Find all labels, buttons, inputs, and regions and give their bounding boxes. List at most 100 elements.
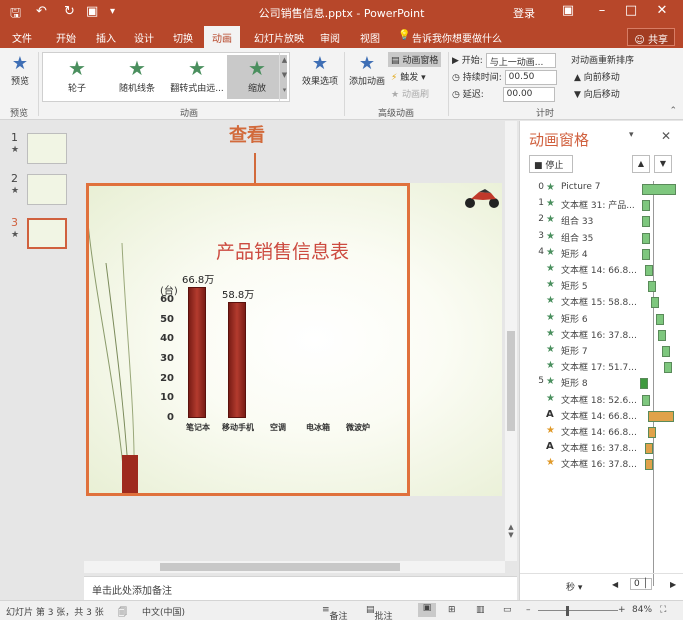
timing-block[interactable] (658, 329, 666, 341)
slide-title[interactable]: 产品销售信息表 (216, 237, 349, 264)
ribbon-display-icon[interactable]: ▣ (558, 3, 578, 18)
gallery-item-wheel[interactable]: ★ 轮子 (47, 55, 107, 99)
slideshow-icon[interactable]: ▭ (503, 605, 512, 615)
animation-item[interactable]: ★ 文本框 17: 51.7... (526, 360, 676, 376)
timing-block[interactable] (642, 216, 650, 228)
tab-slideshow[interactable]: 幻灯片放映 (254, 30, 304, 45)
move-down-button[interactable]: ▼ (654, 155, 672, 173)
normal-view-icon[interactable]: ▣ (418, 603, 436, 617)
move-later-button[interactable]: ▼ 向后移动 (574, 87, 620, 100)
animation-painter-button[interactable]: ★ 动画刷 (391, 87, 429, 100)
gallery-scroll[interactable]: ▲ ▼ ▾ (279, 53, 289, 101)
gallery-item-random-bars[interactable]: ★ 随机线条 (107, 55, 167, 99)
slide-sorter-icon[interactable]: ⊞ (448, 605, 456, 615)
timing-block[interactable] (642, 248, 650, 260)
language-indicator[interactable]: 中文(中国) (142, 605, 185, 618)
scroll-left-icon[interactable]: ◀ (612, 580, 618, 589)
share-button[interactable]: ☺ 共享 (627, 28, 675, 46)
spellcheck-icon[interactable]: 🗐 (118, 605, 127, 620)
timing-block[interactable] (662, 346, 670, 357)
maximize-icon[interactable]: □ (621, 3, 641, 18)
timing-block[interactable] (645, 265, 653, 276)
timing-block[interactable] (645, 443, 653, 455)
timing-block[interactable] (640, 378, 648, 390)
animation-item[interactable]: ★ 矩形 7 (526, 344, 676, 360)
timing-block[interactable] (642, 200, 650, 212)
animation-item[interactable]: 4 ★ 矩形 4 (526, 247, 676, 263)
animation-item[interactable]: A 文本框 14: 66.8... (526, 409, 676, 425)
animation-pane-button[interactable]: ▤ 动画窗格 (388, 52, 442, 67)
animation-item[interactable]: ★ 文本框 14: 66.8... (526, 263, 676, 279)
tab-transitions[interactable]: 切换 (173, 30, 193, 45)
move-up-button[interactable]: ▲ (632, 155, 650, 173)
vertical-scrollbar[interactable]: ▲ ▼ (505, 121, 517, 561)
slide-thumbnail-2[interactable] (27, 174, 67, 205)
minimize-icon[interactable]: – (592, 3, 612, 18)
notes-pane[interactable]: 单击此处添加备注 (84, 576, 517, 600)
collapse-ribbon-icon[interactable]: ⌃ (669, 106, 677, 116)
add-animation-button[interactable]: ★ 添加动画 (348, 54, 386, 88)
close-pane-icon[interactable]: ✕ (661, 129, 671, 143)
tab-design[interactable]: 设计 (134, 30, 154, 45)
timing-block[interactable] (648, 281, 656, 293)
scroll-thumb[interactable] (507, 331, 515, 431)
seconds-dropdown[interactable]: 秒 ▾ (566, 580, 582, 593)
login-link[interactable]: 登录 (513, 5, 535, 21)
fit-slide-icon[interactable]: ⛶ (660, 605, 666, 615)
animation-item[interactable]: 5 ★ 矩形 8 (526, 376, 676, 392)
animation-item[interactable]: ★ 文本框 16: 37.8... (526, 457, 676, 473)
timing-block[interactable] (642, 394, 650, 406)
slide-canvas[interactable]: 产品销售信息表 (台) 0 10 20 30 40 50 60 66.8万 58.8万 笔记本… (86, 183, 502, 496)
zoom-level[interactable]: 84% (632, 605, 652, 615)
animation-item[interactable]: ★ 文本框 16: 37.8... (526, 328, 676, 344)
bar[interactable] (228, 302, 246, 418)
preview-button[interactable]: ★ 预览 (6, 54, 34, 88)
animation-item[interactable]: 3 ★ 组合 35 (526, 231, 676, 247)
animation-item[interactable]: ★ 矩形 5 (526, 279, 676, 295)
start-select[interactable]: 与上一动画... (485, 53, 556, 68)
animation-item[interactable]: A 文本框 16: 37.8... (526, 441, 676, 457)
slide-thumbnail-1[interactable] (27, 133, 67, 164)
scroll-right-icon[interactable]: ▶ (670, 580, 676, 589)
pane-options-icon[interactable]: ▾ (629, 130, 634, 140)
animation-item[interactable]: ★ 文本框 18: 52.6... (526, 393, 676, 409)
timing-block[interactable] (648, 410, 674, 422)
duration-field[interactable]: 00.50 (504, 70, 557, 85)
slide-thumbnail-3[interactable] (27, 218, 67, 249)
horizontal-scrollbar[interactable] (84, 561, 505, 573)
animation-item[interactable]: ★ 文本框 15: 58.8... (526, 295, 676, 311)
trigger-button[interactable]: ⚡ 触发 ▾ (391, 70, 426, 83)
gallery-item-zoom[interactable]: ★ 缩放 (227, 55, 287, 99)
timing-block[interactable] (642, 232, 650, 244)
close-icon[interactable]: ✕ (652, 3, 672, 18)
motorcycle-image[interactable] (463, 187, 501, 209)
zoom-in-icon[interactable]: + (618, 605, 626, 615)
timing-block[interactable] (648, 427, 656, 438)
animation-item[interactable]: ★ 矩形 6 (526, 312, 676, 328)
animation-item[interactable]: ★ 文本框 14: 66.8... (526, 425, 676, 441)
delay-field[interactable]: 00.00 (502, 87, 555, 102)
timing-block[interactable] (656, 313, 664, 325)
animation-item[interactable]: 1 ★ 文本框 31: 产品... (526, 198, 676, 214)
tell-me-input[interactable]: 告诉我你想要做什么 (412, 30, 502, 45)
gallery-item-grow-turn[interactable]: ★ 翻转式由远... (167, 55, 227, 99)
animation-item[interactable]: 0 ★ Picture 7 (526, 182, 676, 198)
comments-toggle[interactable]: ▤ 批注 (366, 605, 393, 620)
move-earlier-button[interactable]: ▲ 向前移动 (574, 70, 620, 83)
timing-block[interactable] (645, 459, 653, 471)
tab-animations[interactable]: 动画 (204, 26, 240, 48)
prev-slide-icon[interactable]: ▲ ▼ (505, 523, 517, 539)
tab-insert[interactable]: 插入 (96, 30, 116, 45)
tab-view[interactable]: 视图 (360, 30, 380, 45)
timing-block[interactable] (651, 297, 659, 309)
timing-block[interactable] (642, 184, 676, 195)
stop-button[interactable]: ■ 停止 (529, 155, 573, 173)
effect-options-button[interactable]: ★ 效果选项 (300, 54, 340, 88)
zoom-slider-thumb[interactable] (566, 606, 569, 616)
tab-review[interactable]: 审阅 (320, 30, 340, 45)
tab-file[interactable]: 文件 (12, 30, 32, 45)
scroll-thumb[interactable] (160, 563, 400, 571)
animation-item[interactable]: 2 ★ 组合 33 (526, 214, 676, 230)
zoom-out-icon[interactable]: – (526, 605, 531, 615)
bar[interactable] (188, 286, 206, 418)
